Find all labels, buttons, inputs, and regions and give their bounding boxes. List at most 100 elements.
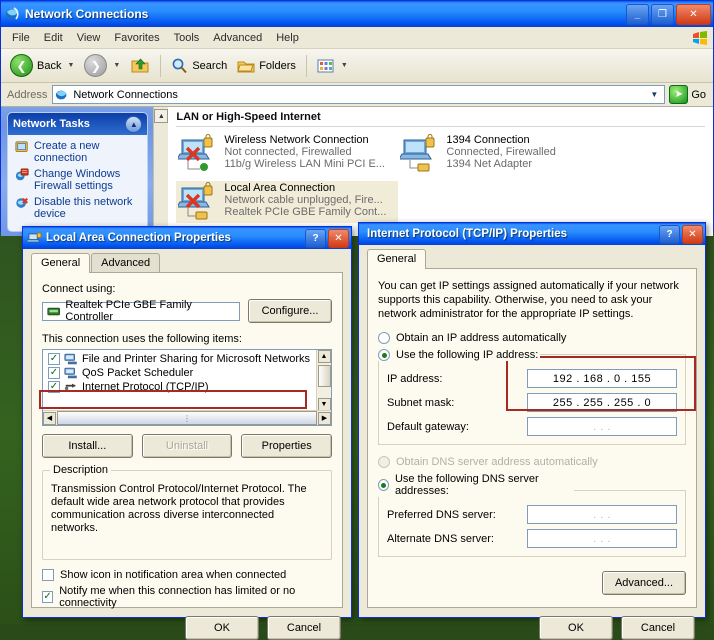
radio-manual-ip-row[interactable]: Use the following IP address: (378, 349, 540, 361)
radio-manual-dns[interactable] (378, 479, 389, 491)
listbox-vertical-scrollbar[interactable]: ▲ ▼ (316, 350, 331, 411)
menu-edit[interactable]: Edit (37, 30, 70, 46)
tcp-cancel-button[interactable]: Cancel (621, 616, 695, 640)
list-item[interactable]: ✓ File and Printer Sharing for Microsoft… (45, 352, 315, 366)
radio-auto-ip-row[interactable]: Obtain an IP address automatically (378, 332, 686, 344)
1394-connection-icon (400, 134, 442, 174)
components-listbox[interactable]: ✓ File and Printer Sharing for Microsoft… (42, 349, 332, 426)
ip-address-input[interactable]: 192 . 168 . 0 . 155 (527, 369, 677, 388)
minimize-button[interactable]: _ (626, 4, 649, 25)
items-label: This connection uses the following items… (42, 333, 332, 345)
views-dropdown-icon[interactable]: ▼ (341, 62, 348, 69)
show-icon-label: Show icon in notification area when conn… (60, 569, 286, 581)
preferred-dns-input[interactable]: . . . (527, 505, 677, 524)
connection-item-wireless[interactable]: Wireless Network Connection Not connecte… (176, 133, 398, 175)
show-icon-checkbox-row[interactable]: Show icon in notification area when conn… (42, 569, 332, 581)
listbox-horizontal-scrollbar[interactable]: ◀ ⋮ ▶ (43, 410, 331, 425)
install-button[interactable]: Install... (42, 434, 133, 458)
collapse-chevron-icon[interactable]: ▲ (125, 116, 142, 133)
menu-tools[interactable]: Tools (167, 30, 207, 46)
search-button[interactable]: Search (166, 54, 232, 77)
adapter-textbox[interactable]: Realtek PCIe GBE Family Controller (42, 302, 240, 321)
tcp-ok-button[interactable]: OK (539, 616, 613, 640)
views-icon (317, 58, 335, 74)
default-gateway-input[interactable]: . . . (527, 417, 677, 436)
go-button[interactable]: ➤ Go (665, 85, 710, 104)
file-printer-sharing-icon (64, 353, 78, 365)
item-label-0: File and Printer Sharing for Microsoft N… (82, 353, 310, 365)
properties-button[interactable]: Properties (241, 434, 332, 458)
connection-info: 1394 Connection Connected, Firewalled 13… (446, 134, 555, 174)
tcp-help-button[interactable]: ? (659, 225, 680, 244)
folders-button[interactable]: Folders (232, 55, 301, 77)
alternate-dns-input[interactable]: . . . (527, 529, 677, 548)
radio-manual-ip[interactable] (378, 349, 390, 361)
connection-item-1394[interactable]: 1394 Connection Connected, Firewalled 13… (398, 133, 620, 175)
menu-file[interactable]: File (5, 30, 37, 46)
back-dropdown-icon[interactable]: ▼ (67, 62, 74, 69)
tcp-close-button[interactable]: ✕ (682, 225, 703, 244)
scroll-right-icon[interactable]: ▶ (318, 412, 331, 425)
toolbar-separator (160, 55, 161, 77)
scroll-left-icon[interactable]: ◀ (43, 412, 56, 425)
list-item[interactable]: ✓ QoS Packet Scheduler (45, 366, 315, 380)
window-title-text: Network Connections (25, 7, 626, 21)
sidebar-item-disable-device[interactable]: Disable this network device (15, 196, 141, 220)
radio-auto-ip[interactable] (378, 332, 390, 344)
lac-close-button[interactable]: ✕ (328, 229, 349, 248)
sidebar-item-label-1: Change Windows Firewall settings (34, 168, 141, 192)
forward-button[interactable]: ❯ ▼ (79, 51, 125, 80)
menu-help[interactable]: Help (269, 30, 306, 46)
network-tasks-header: Network Tasks ▲ (8, 113, 147, 135)
scroll-up-icon[interactable]: ▲ (318, 350, 331, 363)
hscroll-thumb[interactable]: ⋮ (57, 411, 317, 425)
tcp-tab-strip: General (359, 245, 705, 269)
tcpip-properties-dialog: Internet Protocol (TCP/IP) Properties ? … (358, 222, 706, 618)
radio-manual-ip-label: Use the following IP address: (396, 349, 538, 361)
radio-manual-dns-row[interactable]: Use the following DNS server addresses: (378, 473, 574, 497)
item-checkbox-0[interactable]: ✓ (48, 353, 60, 365)
splitter-collapse-icon[interactable]: ▲ (154, 109, 168, 123)
address-input[interactable]: Network Connections ▼ (52, 85, 665, 104)
tab-general-tcp[interactable]: General (367, 249, 426, 269)
views-button[interactable]: ▼ (312, 55, 353, 77)
sidebar-item-create-connection[interactable]: Create a new connection (15, 140, 141, 164)
item-checkbox-2[interactable]: ✓ (48, 381, 60, 393)
tab-advanced[interactable]: Advanced (91, 253, 160, 273)
group-divider (176, 126, 705, 127)
connection-item-local-area[interactable]: Local Area Connection Network cable unpl… (176, 181, 398, 223)
radio-auto-dns-row[interactable]: Obtain DNS server address automatically (378, 456, 686, 468)
lac-cancel-button[interactable]: Cancel (267, 616, 341, 640)
lac-help-button[interactable]: ? (305, 229, 326, 248)
lac-ok-button[interactable]: OK (185, 616, 259, 640)
back-button[interactable]: ❮ Back ▼ (5, 51, 79, 80)
menu-view[interactable]: View (70, 30, 108, 46)
close-button[interactable]: ✕ (676, 4, 711, 25)
lac-tab-strip: General Advanced (23, 249, 351, 273)
new-connection-icon (15, 140, 29, 154)
window-title-bar: Network Connections _ ❐ ✕ (1, 1, 713, 27)
forward-dropdown-icon[interactable]: ▼ (113, 62, 120, 69)
show-icon-checkbox[interactable] (42, 569, 54, 581)
item-checkbox-1[interactable]: ✓ (48, 367, 60, 379)
maximize-button[interactable]: ❐ (651, 4, 674, 25)
network-connections-icon (5, 6, 21, 22)
configure-button[interactable]: Configure... (248, 299, 332, 323)
tab-general[interactable]: General (31, 253, 90, 273)
description-legend: Description (50, 464, 111, 476)
sidebar-item-firewall-settings[interactable]: Change Windows Firewall settings (15, 168, 141, 192)
up-button[interactable] (125, 53, 155, 78)
window-controls: _ ❐ ✕ (626, 4, 711, 25)
address-dropdown-icon[interactable]: ▼ (646, 86, 662, 103)
notify-checkbox-row[interactable]: ✓ Notify me when this connection has lim… (42, 585, 332, 609)
menu-advanced[interactable]: Advanced (206, 30, 269, 46)
pane-splitter[interactable]: ▲ (153, 107, 168, 236)
back-arrow-icon: ❮ (10, 54, 33, 77)
address-label: Address (4, 89, 52, 101)
notify-checkbox[interactable]: ✓ (42, 591, 53, 603)
list-item-tcpip[interactable]: ✓ Internet Protocol (TCP/IP) (45, 380, 315, 394)
advanced-button[interactable]: Advanced... (602, 571, 686, 595)
scroll-thumb[interactable] (318, 365, 331, 387)
subnet-mask-input[interactable]: 255 . 255 . 255 . 0 (527, 393, 677, 412)
menu-favorites[interactable]: Favorites (107, 30, 166, 46)
